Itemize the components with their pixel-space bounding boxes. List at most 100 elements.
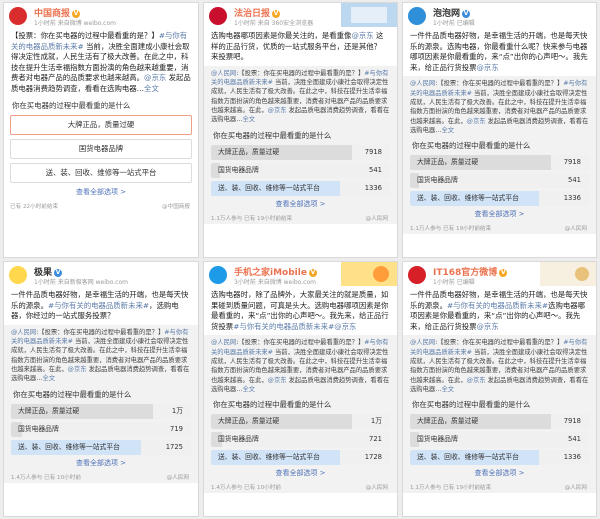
poll-option[interactable]: 送、装、回收、维修等一站式平台 1725 xyxy=(11,439,191,455)
post-meta: 1小时前 已编辑 xyxy=(433,20,475,27)
full-text-link[interactable]: 全文 xyxy=(242,116,255,123)
mention-link[interactable]: @人民网 xyxy=(410,339,435,346)
card-header: IT168官方微博 V 1小时前 已编辑 xyxy=(403,262,596,289)
mention-link[interactable]: @人民网 xyxy=(211,70,236,77)
weibo-card-5: 手机之家iMobile V 3小时前 来自微博 weibo.com 选购电器时，除… xyxy=(203,261,398,517)
poll-question: 你在买电器的过程中最看重的是什么 xyxy=(213,130,332,140)
avatar[interactable] xyxy=(209,7,227,25)
card-header: 中国商报 V 1小时前 来自微博 weibo.com xyxy=(4,3,198,30)
verified-icon: V xyxy=(272,10,281,18)
mention-link[interactable]: @京东 xyxy=(268,377,287,384)
poll-option[interactable]: 国货电器品牌 541 xyxy=(410,432,589,448)
mention-link[interactable]: @京东 xyxy=(144,73,166,82)
view-all-options-link[interactable]: 查看全部选项 > xyxy=(211,468,390,478)
weibo-card-4: 极果 V 1小时前 来自新极客网 weibo.com 一件件品质电器好物，是幸福生… xyxy=(3,261,199,517)
hashtag-link[interactable]: #与你有关的电器品质新未来# xyxy=(447,301,548,310)
mention-link[interactable]: @京东 xyxy=(351,31,373,40)
retweeted-text: @人民网:【投票：你在买电器的过程中最看重的是？】#与你有关的电器品质新未来# … xyxy=(410,80,589,134)
avatar[interactable] xyxy=(209,266,227,284)
poll-stats: 1.1万人参与 已有 19小时前结束 @人民网 xyxy=(410,226,587,233)
poll-option[interactable]: 送、装、回收、维修等一站式平台 1728 xyxy=(211,450,390,466)
verified-icon: V xyxy=(54,269,63,277)
hashtag-link[interactable]: #与你有关的电器品质新未来# xyxy=(233,322,334,331)
mention-link[interactable]: @京东 xyxy=(268,107,287,114)
poll-option[interactable]: 国货电器品牌 721 xyxy=(211,432,390,448)
view-all-options-link[interactable]: 查看全部选项 > xyxy=(10,187,192,197)
poll-option[interactable]: 大牌正品，质量过硬 7918 xyxy=(410,155,589,171)
view-all-options-link[interactable]: 查看全部选项 > xyxy=(410,209,589,219)
post-meta: 1小时前 已编辑 xyxy=(433,279,475,286)
mention-link[interactable]: @人民网 xyxy=(11,329,36,336)
poll-option[interactable]: 国货电器品牌 541 xyxy=(211,162,390,178)
mention-link[interactable]: @京东 xyxy=(334,322,356,331)
verified-icon: V xyxy=(499,269,508,277)
view-all-options-link[interactable]: 查看全部选项 > xyxy=(11,458,191,468)
poll-option[interactable]: 大牌正品，质量过硬 xyxy=(10,114,192,135)
post-meta: 3小时前 来自微博 weibo.com xyxy=(234,279,316,286)
full-text-link[interactable]: 全文 xyxy=(441,386,454,393)
post-text: 选购电器哪项因素是你最关注的，是看重像@京东 这样的正品行货，优质的一站式服务平… xyxy=(211,31,384,62)
retweeted-text: @人民网:【投票：你在买电器的过程中最看重的是？】#与你有关的电器品质新未来# … xyxy=(211,339,390,393)
hashtag-link[interactable]: #与你有关的电器品质新未来# xyxy=(48,301,149,310)
poll-option[interactable]: 国货电器品牌 719 xyxy=(11,421,191,437)
poll-option[interactable]: 大牌正品，质量过硬 1万 xyxy=(11,403,191,419)
avatar[interactable] xyxy=(408,7,426,25)
poll-source: @人民网 xyxy=(166,474,189,481)
poll-question: 你在买电器的过程中最看重的是什么 xyxy=(213,400,332,410)
poll-option[interactable]: 送、装、回收、维修等一站式平台 1336 xyxy=(410,191,589,207)
mention-link[interactable]: @人民网 xyxy=(211,339,236,346)
retweeted-post[interactable]: @人民网:【投票：你在买电器的过程中最看重的是？】#与你有关的电器品质新未来# … xyxy=(204,335,397,494)
poll-question: 你在买电器的过程中最看重的是什么 xyxy=(412,141,531,151)
view-all-options-link[interactable]: 查看全部选项 > xyxy=(211,199,390,209)
card-header: 极果 V 1小时前 来自新极客网 weibo.com xyxy=(4,262,198,289)
mention-link[interactable]: @京东 xyxy=(467,377,486,384)
poll-question: 你在买电器的过程中最看重的是什么 xyxy=(412,400,531,410)
retweeted-post[interactable]: @人民网:【投票：你在买电器的过程中最看重的是？】#与你有关的电器品质新未来# … xyxy=(204,65,397,224)
mention-link[interactable]: @人民网 xyxy=(410,80,435,87)
view-all-options-link[interactable]: 查看全部选项 > xyxy=(410,468,589,478)
full-text-link[interactable]: 全文 xyxy=(441,127,454,134)
mention-link[interactable]: @京东 xyxy=(68,366,87,373)
mention-link[interactable]: @京东 xyxy=(467,118,486,125)
retweeted-post[interactable]: @人民网:【投票：你在买电器的过程中最看重的是？】#与你有关的电器品质新未来# … xyxy=(403,76,596,235)
post-text: 一件件品质电器好物，是幸福生活的开端，也是每天快乐的源泉。#与你有关的电器品质新… xyxy=(410,290,588,331)
poll-option[interactable]: 送、装、回收、维修等一站式平台 1336 xyxy=(211,180,390,196)
screenshot-grid: 中国商报 V 1小时前 来自微博 weibo.com 【投票：你在买电器的过程中最… xyxy=(0,0,600,519)
poll-question: 你在买电器的过程中最看重的是什么 xyxy=(13,389,132,399)
post-meta: 1小时前 来自 360安全浏览器 xyxy=(234,20,314,27)
poll-option[interactable]: 送、装、回收、维修等一站式平台 xyxy=(10,162,192,183)
full-text-link[interactable]: 全文 xyxy=(144,84,159,93)
mention-link[interactable]: @京东 xyxy=(477,322,499,331)
poll-source: @人民网 xyxy=(564,485,587,492)
card-header: 手机之家iMobile V 3小时前 来自微博 weibo.com xyxy=(204,262,397,289)
banner-decoration-icon xyxy=(341,262,397,286)
avatar[interactable] xyxy=(9,7,27,25)
poll-stats: 已有 22小时前结束 @中国商报 xyxy=(10,203,190,210)
avatar[interactable] xyxy=(9,266,27,284)
banner-decoration-icon xyxy=(540,262,596,286)
poll-option[interactable]: 大牌正品，质量过硬 7918 xyxy=(211,144,390,160)
full-text-link[interactable]: 全文 xyxy=(42,375,55,382)
post-text: 一件件品质电器好物，是幸福生活的开端，也是每天快乐的源泉。选购电器，你最看重什么… xyxy=(410,31,588,72)
retweeted-post[interactable]: @人民网:【投票：你在买电器的过程中最看重的是？】#与你有关的电器品质新未来# … xyxy=(4,324,198,483)
poll-option[interactable]: 大牌正品，质量过硬 1万 xyxy=(211,414,390,430)
mention-link[interactable]: @京东 xyxy=(477,63,499,72)
full-text-link[interactable]: 全文 xyxy=(242,386,255,393)
poll-option[interactable]: 送、装、回收、维修等一站式平台 1336 xyxy=(410,450,589,466)
post-meta: 1小时前 来自新极客网 weibo.com xyxy=(34,279,128,286)
poll-option[interactable]: 大牌正品，质量过硬 7918 xyxy=(410,414,589,430)
post-text: 一件件品质电器好物，是幸福生活的开端，也是每天快乐的源泉。#与你有关的电器品质新… xyxy=(11,290,189,321)
banner-decoration-icon xyxy=(341,3,397,27)
post-meta: 1小时前 来自微博 weibo.com xyxy=(34,20,116,27)
poll-option[interactable]: 国货电器品牌 541 xyxy=(410,173,589,189)
verified-icon: V xyxy=(308,269,317,277)
avatar[interactable] xyxy=(408,266,426,284)
retweeted-post[interactable]: @人民网:【投票：你在买电器的过程中最看重的是？】#与你有关的电器品质新未来# … xyxy=(403,335,596,494)
weibo-card-6: IT168官方微博 V 1小时前 已编辑 一件件品质电器好物，是幸福生活的开端，也… xyxy=(402,261,597,517)
post-text: 选购电器时，除了品牌外，大家最关注的就是质量，如果碰到质量问题，可真是头大。选购… xyxy=(211,290,389,331)
post-text: 【投票：你在买电器的过程中最看重的是？】#与你有关的电器品质新未来# 当前，决胜… xyxy=(11,31,191,93)
weibo-card-3: 泡泡网 V 1小时前 已编辑 一件件品质电器好物，是幸福生活的开端，也是每天快乐的… xyxy=(402,2,597,258)
retweeted-text: @人民网:【投票：你在买电器的过程中最看重的是？】#与你有关的电器品质新未来# … xyxy=(211,69,390,124)
poll-stats: 1.4万人参与 已有 10小时前 @人民网 xyxy=(211,485,388,492)
poll-option[interactable]: 国货电器品牌 xyxy=(10,138,192,159)
